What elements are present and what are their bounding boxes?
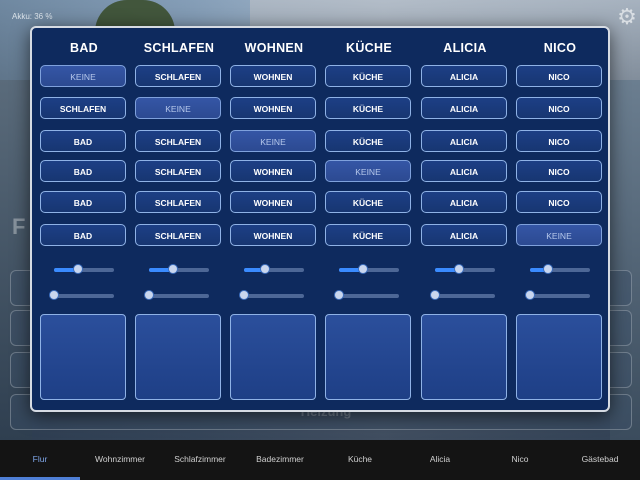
column-title: ALICIA [443,41,487,55]
assign-button[interactable]: ALICIA [421,191,507,213]
nav-item-schlafzimmer[interactable]: Schlafzimmer [160,440,240,480]
volume-slider[interactable] [530,264,590,274]
assign-button[interactable]: BAD [40,224,126,246]
assign-button[interactable]: KEINE [325,160,411,182]
assign-button[interactable]: ALICIA [421,97,507,119]
assign-button[interactable]: NICO [516,160,602,182]
slider-thumb[interactable] [144,290,154,300]
assign-button[interactable]: KÜCHE [325,130,411,152]
assign-button[interactable]: SCHLAFEN [135,224,221,246]
assign-button[interactable]: WOHNEN [230,97,316,119]
slider-thumb[interactable] [334,290,344,300]
column-card[interactable] [421,314,507,400]
assign-button[interactable]: KEINE [40,65,126,87]
slider-thumb[interactable] [430,290,440,300]
nav-item-küche[interactable]: Küche [320,440,400,480]
nav-item-alicia[interactable]: Alicia [400,440,480,480]
assign-button[interactable]: BAD [40,160,126,182]
background-page-initial: F [12,214,26,239]
secondary-slider[interactable] [430,290,495,300]
secondary-slider[interactable] [49,290,114,300]
assign-button[interactable]: NICO [516,191,602,213]
assign-button[interactable]: ALICIA [421,65,507,87]
assign-button[interactable]: SCHLAFEN [135,65,221,87]
slider-thumb[interactable] [239,290,249,300]
assign-button[interactable]: ALICIA [421,224,507,246]
assign-button[interactable]: NICO [516,65,602,87]
secondary-slider[interactable] [525,290,590,300]
battery-status: Akku: 36 % [12,12,53,21]
nav-item-gästebad[interactable]: Gästebad [560,440,640,480]
assign-button[interactable]: NICO [516,97,602,119]
room-assignment-modal: BAD KEINE SCHLAFEN BAD BAD BAD BAD SCHLAFEN SCHL… [30,26,610,412]
gear-icon[interactable]: ⚙ [614,4,640,30]
slider-thumb[interactable] [454,264,464,274]
assign-button[interactable]: BAD [40,191,126,213]
secondary-slider[interactable] [144,290,209,300]
slider-thumb[interactable] [49,290,59,300]
column-title: WOHNEN [244,41,304,55]
volume-slider[interactable] [339,264,399,274]
assign-button[interactable]: WOHNEN [230,224,316,246]
assign-button[interactable]: KÜCHE [325,97,411,119]
assign-button[interactable]: KEINE [516,224,602,246]
volume-slider[interactable] [54,264,114,274]
nav-item-nico[interactable]: Nico [480,440,560,480]
column-card[interactable] [325,314,411,400]
assign-button[interactable]: SCHLAFEN [135,130,221,152]
assign-button[interactable]: WOHNEN [230,191,316,213]
column-title: KÜCHE [346,41,392,55]
assign-button[interactable]: SCHLAFEN [135,160,221,182]
column-title: BAD [70,41,98,55]
column-card[interactable] [230,314,316,400]
assign-button[interactable]: BAD [40,130,126,152]
column-card[interactable] [40,314,126,400]
slider-thumb[interactable] [168,264,178,274]
assign-button[interactable]: ALICIA [421,160,507,182]
assign-button[interactable]: WOHNEN [230,65,316,87]
secondary-slider[interactable] [334,290,399,300]
nav-item-wohnzimmer[interactable]: Wohnzimmer [80,440,160,480]
volume-slider[interactable] [435,264,495,274]
column-card[interactable] [135,314,221,400]
nav-item-flur[interactable]: Flur [0,440,80,480]
assign-button[interactable]: KÜCHE [325,224,411,246]
nav-item-badezimmer[interactable]: Badezimmer [240,440,320,480]
assign-button[interactable]: SCHLAFEN [135,191,221,213]
slider-thumb[interactable] [73,264,83,274]
bottom-nav: Flur Wohnzimmer Schlafzimmer Badezimmer Küch… [0,440,640,480]
assign-button[interactable]: NICO [516,130,602,152]
assign-button[interactable]: SCHLAFEN [40,97,126,119]
assign-button[interactable]: KEINE [230,130,316,152]
column-card[interactable] [516,314,602,400]
slider-thumb[interactable] [543,264,553,274]
column-title: NICO [543,41,577,55]
volume-slider[interactable] [244,264,304,274]
column-title: SCHLAFEN [143,41,215,55]
slider-thumb[interactable] [525,290,535,300]
slider-thumb[interactable] [358,264,368,274]
assign-button[interactable]: KEINE [135,97,221,119]
slider-thumb[interactable] [260,264,270,274]
secondary-slider[interactable] [239,290,304,300]
assign-button[interactable]: ALICIA [421,130,507,152]
assign-button[interactable]: WOHNEN [230,160,316,182]
assign-button[interactable]: KÜCHE [325,65,411,87]
volume-slider[interactable] [149,264,209,274]
assign-button[interactable]: KÜCHE [325,191,411,213]
